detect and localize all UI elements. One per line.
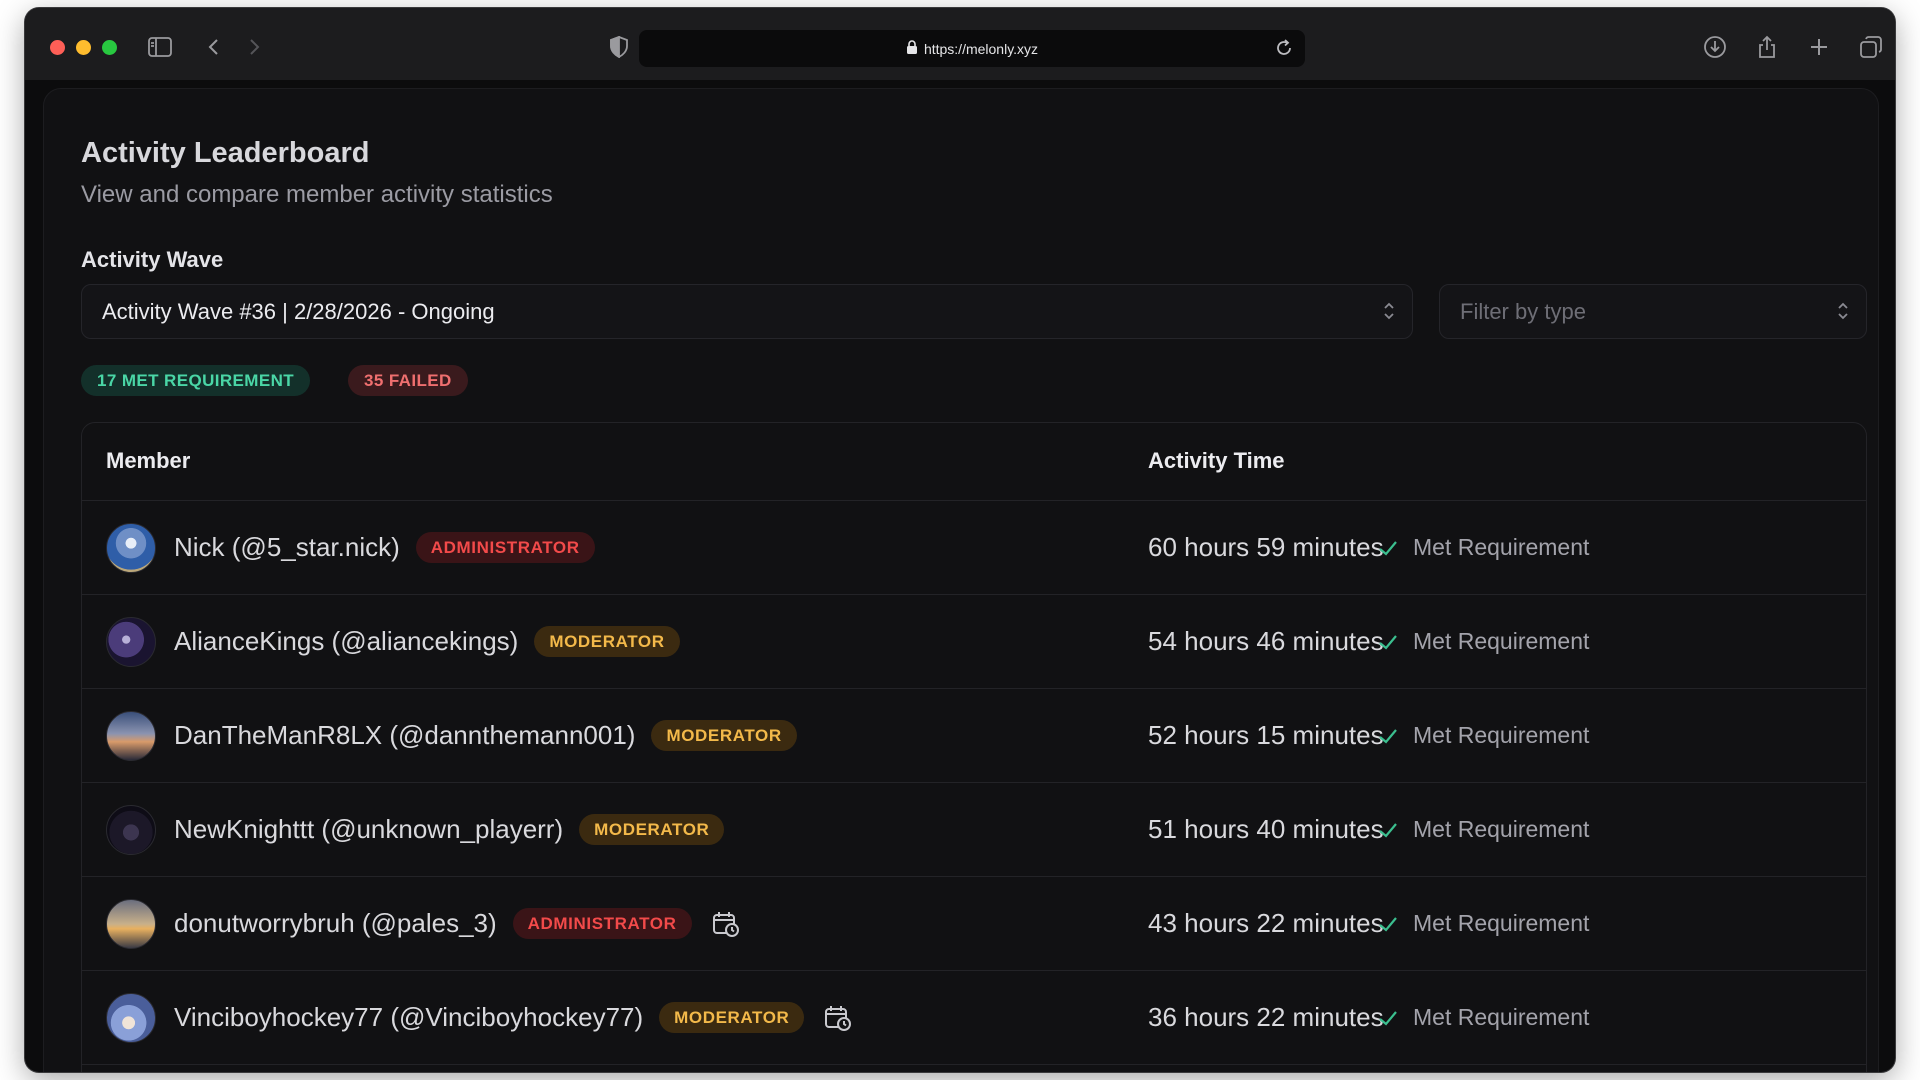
avatar xyxy=(106,993,156,1043)
forward-icon[interactable] xyxy=(241,34,267,60)
lock-icon xyxy=(906,40,918,57)
check-icon xyxy=(1377,819,1399,841)
member-name: Vinciboyhockey77 (@Vinciboyhockey77) xyxy=(174,1002,644,1032)
zoom-window-button[interactable] xyxy=(102,40,117,55)
member-name: donutworrybruh (@pales_3) xyxy=(174,908,497,938)
member-name: AlianceKings (@aliancekings) xyxy=(174,626,519,656)
avatar xyxy=(106,523,156,573)
check-icon xyxy=(1377,537,1399,559)
filter-type-select[interactable]: Filter by type xyxy=(1439,284,1867,339)
role-badge: MODERATOR xyxy=(659,1002,805,1033)
table-row[interactable]: NewKnighttt (@unknown_playerr) MODERATOR… xyxy=(82,783,1866,877)
browser-window: https://melonly.xyz Activity Leaderboard… xyxy=(25,8,1895,1072)
leaderboard-panel: Activity Leaderboard View and compare me… xyxy=(43,88,1879,1072)
status-cell: Met Requirement xyxy=(1377,910,1589,937)
address-bar[interactable]: https://melonly.xyz xyxy=(639,30,1305,67)
status-text: Met Requirement xyxy=(1413,534,1590,560)
role-badge: ADMINISTRATOR xyxy=(512,908,692,939)
member-cell: NewKnighttt (@unknown_playerr) MODERATOR xyxy=(174,814,725,845)
chevron-up-down-icon xyxy=(1382,299,1396,329)
check-icon xyxy=(1377,913,1399,935)
activity-wave-value: Activity Wave #36 | 2/28/2026 - Ongoing xyxy=(102,298,495,324)
member-cell: DanTheManR8LX (@dannthemann001) MODERATO… xyxy=(174,720,797,751)
browser-toolbar: https://melonly.xyz xyxy=(25,8,1895,80)
table-row[interactable]: Vinciboyhockey77 (@Vinciboyhockey77) MOD… xyxy=(82,971,1866,1065)
window-controls xyxy=(50,40,117,55)
member-cell: donutworrybruh (@pales_3) ADMINISTRATOR xyxy=(174,908,742,939)
status-cell: Met Requirement xyxy=(1377,1004,1589,1031)
met-requirement-badge: 17 MET REQUIREMENT xyxy=(81,365,311,396)
status-text: Met Requirement xyxy=(1413,1004,1590,1030)
status-cell: Met Requirement xyxy=(1377,722,1589,749)
reload-icon[interactable] xyxy=(1275,39,1293,60)
privacy-shield-icon[interactable] xyxy=(606,34,632,60)
activity-time: 36 hours 22 minutes xyxy=(1148,1002,1384,1032)
activity-wave-select[interactable]: Activity Wave #36 | 2/28/2026 - Ongoing xyxy=(81,284,1413,339)
member-cell: AlianceKings (@aliancekings) MODERATOR xyxy=(174,626,680,657)
role-badge: MODERATOR xyxy=(579,814,725,845)
avatar xyxy=(106,711,156,761)
member-name: DanTheManR8LX (@dannthemann001) xyxy=(174,720,636,750)
activity-time: 54 hours 46 minutes xyxy=(1148,626,1384,656)
check-icon xyxy=(1377,1007,1399,1029)
status-text: Met Requirement xyxy=(1413,816,1590,842)
avatar xyxy=(106,805,156,855)
new-tab-icon[interactable] xyxy=(1806,34,1832,60)
share-icon[interactable] xyxy=(1754,34,1780,60)
status-cell: Met Requirement xyxy=(1377,534,1589,561)
calendar-clock-icon xyxy=(824,1003,854,1033)
calendar-clock-icon xyxy=(712,909,742,939)
role-badge: MODERATOR xyxy=(651,720,797,751)
activity-time: 52 hours 15 minutes xyxy=(1148,720,1384,750)
activity-wave-label: Activity Wave xyxy=(81,247,224,272)
sidebar-toggle-icon[interactable] xyxy=(147,34,173,60)
downloads-icon[interactable] xyxy=(1702,34,1728,60)
check-icon xyxy=(1377,725,1399,747)
tab-overview-icon[interactable] xyxy=(1858,34,1884,60)
role-badge: ADMINISTRATOR xyxy=(415,532,595,563)
status-text: Met Requirement xyxy=(1413,722,1590,748)
column-header-activity-time: Activity Time xyxy=(1148,448,1285,473)
table-row[interactable]: DanTheManR8LX (@dannthemann001) MODERATO… xyxy=(82,689,1866,783)
page-subtitle: View and compare member activity statist… xyxy=(81,181,553,208)
minimize-window-button[interactable] xyxy=(76,40,91,55)
table-row[interactable]: donutworrybruh (@pales_3) ADMINISTRATOR … xyxy=(82,877,1866,971)
status-text: Met Requirement xyxy=(1413,628,1590,654)
close-window-button[interactable] xyxy=(50,40,65,55)
table-row[interactable]: AlianceKings (@aliancekings) MODERATOR 5… xyxy=(82,595,1866,689)
leaderboard-table: Member Activity Time Nick (@5_star.nick)… xyxy=(81,422,1867,1072)
status-cell: Met Requirement xyxy=(1377,816,1589,843)
filter-type-placeholder: Filter by type xyxy=(1460,298,1586,324)
table-header: Member Activity Time xyxy=(82,423,1866,501)
back-icon[interactable] xyxy=(201,34,227,60)
column-header-member: Member xyxy=(106,448,191,473)
member-cell: Nick (@5_star.nick) ADMINISTRATOR xyxy=(174,532,595,563)
failed-badge: 35 FAILED xyxy=(348,365,468,396)
table-row[interactable]: Nick (@5_star.nick) ADMINISTRATOR 60 hou… xyxy=(82,501,1866,595)
check-icon xyxy=(1377,631,1399,653)
avatar xyxy=(106,899,156,949)
activity-time: 43 hours 22 minutes xyxy=(1148,908,1384,938)
activity-time: 60 hours 59 minutes xyxy=(1148,532,1384,562)
avatar xyxy=(106,617,156,667)
member-cell: Vinciboyhockey77 (@Vinciboyhockey77) MOD… xyxy=(174,1002,854,1033)
member-name: NewKnighttt (@unknown_playerr) xyxy=(174,814,564,844)
page-title: Activity Leaderboard xyxy=(81,137,370,169)
url-text: https://melonly.xyz xyxy=(923,40,1039,57)
role-badge: MODERATOR xyxy=(534,626,680,657)
status-cell: Met Requirement xyxy=(1377,628,1589,655)
chevron-up-down-icon xyxy=(1836,299,1850,329)
status-text: Met Requirement xyxy=(1413,910,1590,936)
member-name: Nick (@5_star.nick) xyxy=(174,532,400,562)
activity-time: 51 hours 40 minutes xyxy=(1148,814,1384,844)
